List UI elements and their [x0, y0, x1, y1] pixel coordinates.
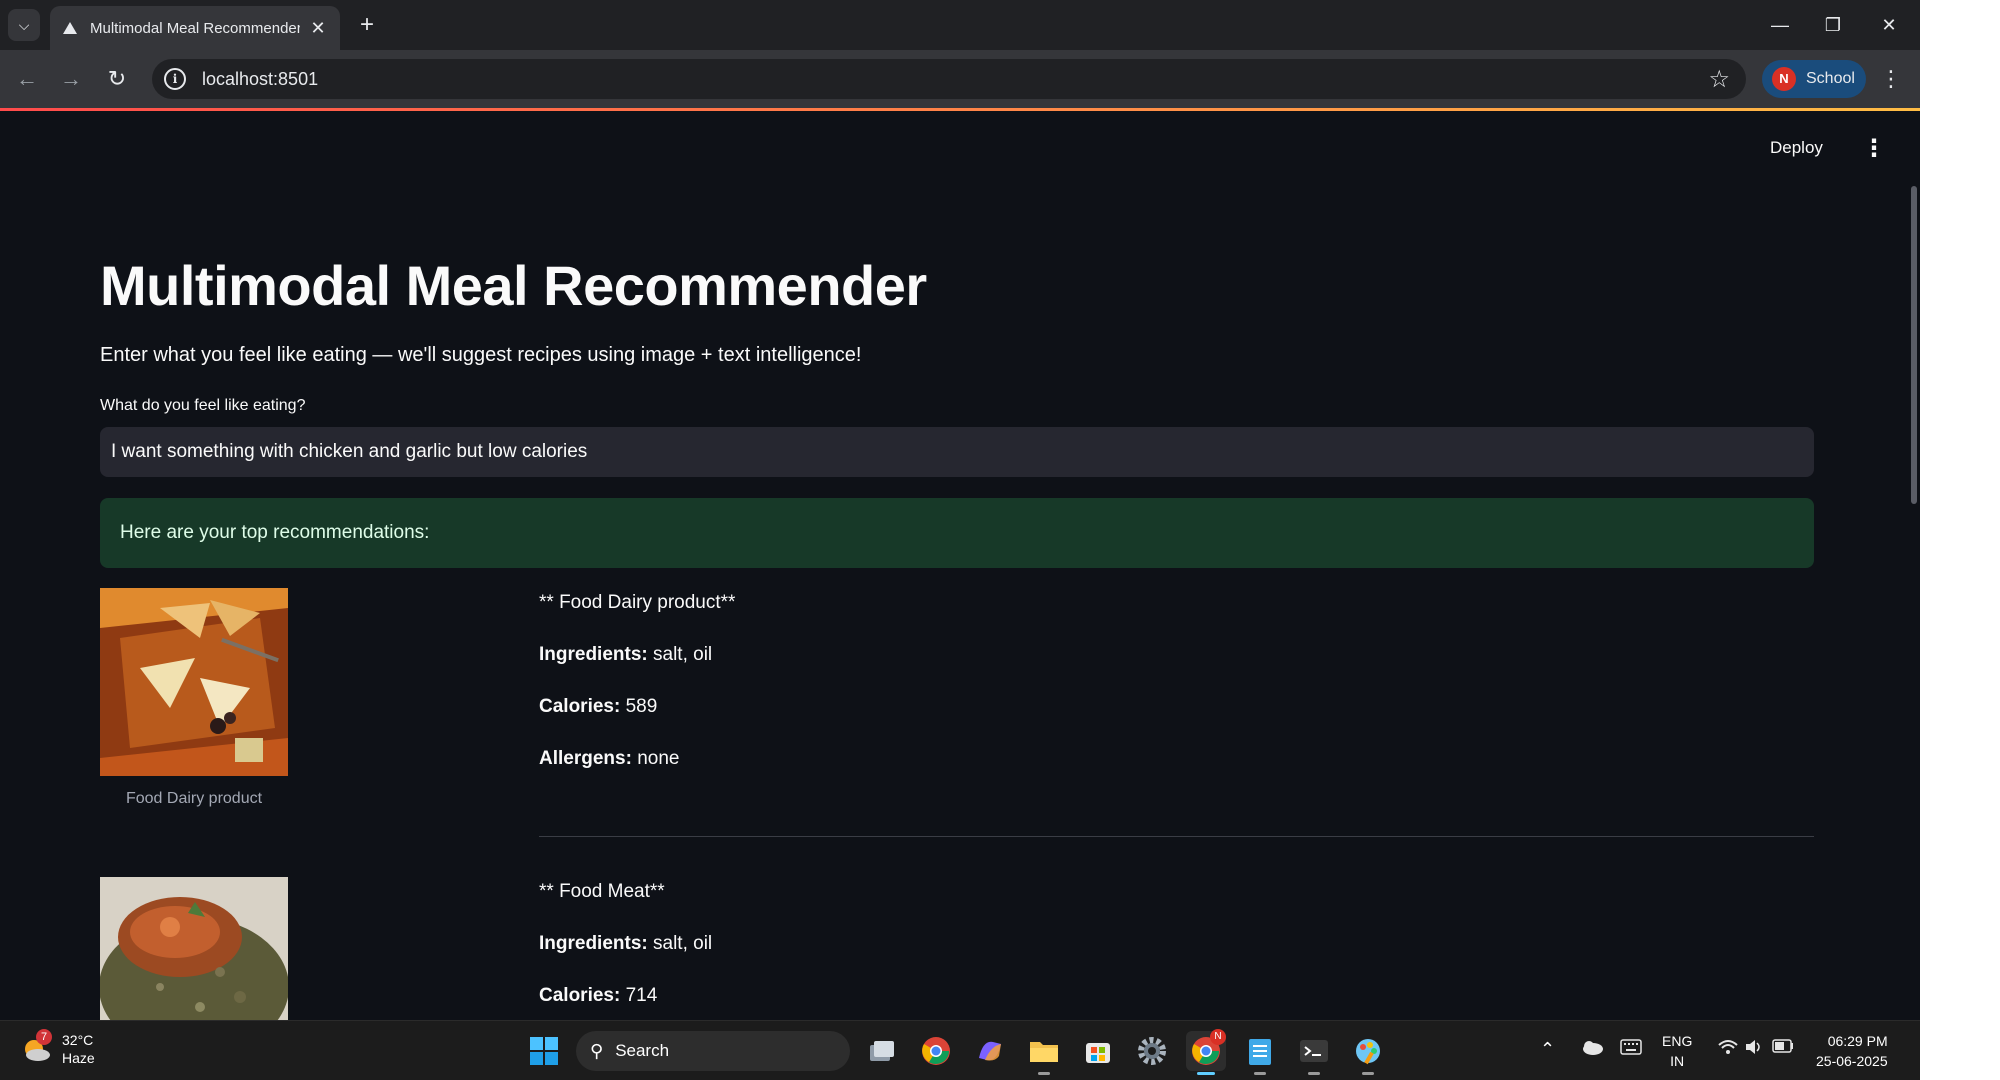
app-menu-icon[interactable]: ⋮	[1862, 134, 1886, 163]
weather-desc: Haze	[62, 1050, 95, 1066]
ingredients-value: salt, oil	[647, 644, 713, 665]
success-message: Here are your top recommendations:	[120, 522, 430, 543]
chrome-icon[interactable]	[916, 1031, 956, 1071]
scrollbar-thumb[interactable]	[1911, 186, 1917, 504]
success-alert: Here are your top recommendations:	[100, 498, 1814, 568]
notepad-icon[interactable]	[1240, 1031, 1280, 1075]
volume-icon[interactable]	[1745, 1039, 1763, 1059]
back-button[interactable]: ←	[12, 64, 42, 94]
running-indicator	[1308, 1072, 1320, 1075]
clock-date: 25-06-2025	[1816, 1053, 1888, 1069]
language-indicator[interactable]: ENG IN	[1662, 1031, 1692, 1071]
minimize-button[interactable]: —	[1760, 10, 1800, 40]
chrome-profile-icon[interactable]: N	[1186, 1029, 1226, 1075]
calories-value: 589	[620, 696, 658, 717]
close-window-button[interactable]: ✕	[1869, 10, 1909, 40]
start-button[interactable]	[524, 1031, 564, 1071]
weather-widget[interactable]: 7 32°C Haze	[20, 1029, 95, 1067]
browser-toolbar: ← → ↻ i localhost:8501 ☆ N School ⋮	[0, 50, 1920, 108]
recommendation-heading: ** Food Meat**	[539, 881, 665, 902]
search-icon: ⚲	[590, 1040, 604, 1061]
streamlit-favicon-icon	[62, 20, 78, 36]
food-meat-image[interactable]	[100, 877, 288, 1020]
app-content: Deploy ⋮ Multimodal Meal Recommender Ent…	[0, 108, 1920, 1020]
terminal-icon[interactable]	[1294, 1031, 1334, 1075]
food-dairy-product-image[interactable]	[100, 588, 288, 776]
battery-icon[interactable]	[1772, 1039, 1794, 1057]
address-bar[interactable]: i localhost:8501 ☆	[152, 59, 1746, 99]
browser-tab-strip: ⌵ Multimodal Meal Recommender ✕ + — ❐ ✕	[0, 0, 1920, 50]
calories-line: Calories: 589	[539, 696, 657, 718]
recommendation-heading: ** Food Dairy product**	[539, 592, 736, 613]
close-tab-icon[interactable]: ✕	[308, 18, 328, 39]
weather-sun-icon: 7	[20, 1029, 52, 1065]
bookmark-star-icon[interactable]: ☆	[1708, 65, 1730, 94]
browser-menu-icon[interactable]: ⋮	[1876, 64, 1906, 94]
allergens-line: Allergens: none	[539, 748, 679, 770]
microsoft-store-icon[interactable]	[1078, 1031, 1118, 1071]
tab-title: Multimodal Meal Recommender	[90, 19, 300, 37]
calories-line: Calories: 714	[539, 985, 657, 1007]
system-clock[interactable]: 06:29 PM 25-06-2025	[1816, 1031, 1888, 1071]
recommendation-card: Food Dairy product ** Food Dairy product…	[100, 588, 1814, 848]
paint-icon[interactable]	[1348, 1031, 1388, 1075]
ingredients-label: Ingredients:	[539, 933, 648, 954]
onedrive-cloud-icon[interactable]	[1580, 1039, 1604, 1059]
craving-input[interactable]	[100, 427, 1814, 477]
running-indicator	[1362, 1072, 1374, 1075]
ingredients-value: salt, oil	[647, 933, 713, 954]
screen: ⌵ Multimodal Meal Recommender ✕ + — ❐ ✕ …	[0, 0, 1920, 1080]
recommendation-card: ** Food Meat** Ingredients: salt, oil Ca…	[100, 877, 1814, 1020]
tab-search-button[interactable]: ⌵	[8, 9, 40, 41]
url-text: localhost:8501	[202, 68, 319, 89]
reload-button[interactable]: ↻	[102, 64, 132, 94]
calories-label: Calories:	[539, 696, 621, 717]
show-hidden-icons-chevron-icon[interactable]: ⌃	[1540, 1039, 1555, 1060]
weather-badge: 7	[36, 1029, 52, 1045]
page-title: Multimodal Meal Recommender	[100, 254, 927, 317]
keyboard-icon[interactable]	[1620, 1039, 1642, 1059]
language-code: ENG	[1662, 1033, 1693, 1049]
calories-label: Calories:	[539, 985, 621, 1006]
wifi-icon[interactable]	[1718, 1039, 1738, 1059]
taskbar-search-label: Search	[615, 1041, 670, 1060]
calories-value: 714	[620, 985, 658, 1006]
allergens-label: Allergens:	[539, 748, 632, 769]
running-indicator	[1038, 1072, 1050, 1075]
new-tab-button[interactable]: +	[352, 10, 382, 40]
chevron-down-icon: ⌵	[18, 16, 30, 33]
ingredients-line: Ingredients: salt, oil	[539, 933, 712, 955]
taskbar-search[interactable]: ⚲ Search	[576, 1031, 850, 1071]
running-indicator	[1254, 1072, 1266, 1075]
allergens-value: none	[631, 748, 680, 769]
craving-input-label: What do you feel like eating?	[100, 397, 306, 414]
ingredients-line: Ingredients: salt, oil	[539, 644, 712, 666]
weather-temp: 32°C	[62, 1032, 94, 1048]
deploy-button[interactable]: Deploy	[1770, 138, 1823, 158]
region-code: IN	[1670, 1053, 1685, 1069]
page-subtitle: Enter what you feel like eating — we'll …	[100, 344, 862, 366]
copilot-icon[interactable]	[970, 1031, 1010, 1071]
chrome-profile-badge: N	[1210, 1029, 1226, 1045]
top-decoration-bar	[0, 108, 1920, 111]
windows-logo-icon	[530, 1037, 558, 1065]
file-explorer-icon[interactable]	[1024, 1031, 1064, 1075]
task-view-icon[interactable]	[862, 1031, 902, 1071]
restore-button[interactable]: ❐	[1813, 10, 1853, 40]
clock-time: 06:29 PM	[1827, 1033, 1888, 1049]
image-caption: Food Dairy product	[125, 790, 263, 807]
divider	[539, 836, 1814, 837]
active-indicator	[1197, 1072, 1215, 1075]
profile-button[interactable]: N School	[1762, 60, 1866, 98]
browser-tab[interactable]: Multimodal Meal Recommender ✕	[50, 6, 340, 50]
profile-avatar: N	[1772, 67, 1796, 91]
profile-name: School	[1806, 70, 1855, 87]
ingredients-label: Ingredients:	[539, 644, 648, 665]
windows-taskbar: 7 32°C Haze ⚲ Search N ⌃ ENG IN 06:29 PM…	[0, 1020, 1920, 1080]
forward-button[interactable]: →	[56, 64, 86, 94]
site-info-icon[interactable]: i	[164, 68, 186, 90]
settings-gear-icon[interactable]	[1132, 1031, 1172, 1071]
